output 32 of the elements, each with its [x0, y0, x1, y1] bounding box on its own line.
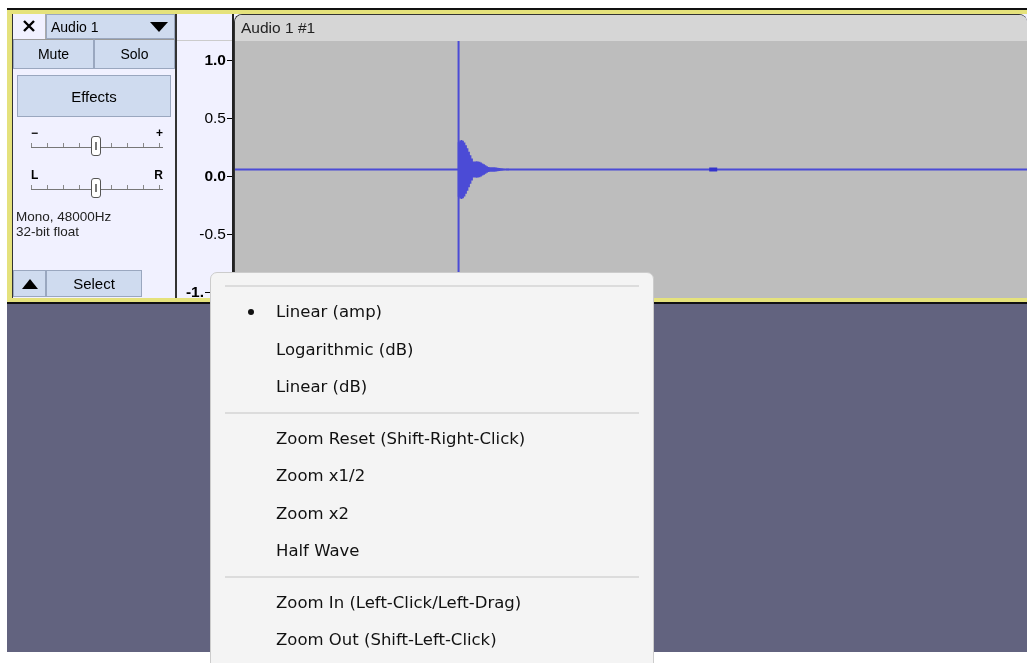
minimum-label: L	[31, 169, 39, 181]
ruler-label: 0.0	[204, 167, 226, 185]
menu-item[interactable]: Zoom In (Left-Click/Left-Drag)	[225, 583, 639, 621]
slider-thumb[interactable]	[91, 178, 101, 198]
close-icon	[23, 20, 35, 32]
collapse-button[interactable]	[13, 270, 46, 297]
up-triangle-icon	[21, 278, 38, 289]
ruler-label: -1.	[185, 283, 204, 301]
ruler-label: 1.0	[204, 51, 226, 69]
maximum-label: R	[154, 169, 163, 181]
maximum-label: +	[156, 127, 163, 139]
menu-item[interactable]: Linear (dB)	[225, 368, 639, 406]
select-button[interactable]: Select	[46, 270, 142, 297]
menu-item[interactable]: Zoom x2	[225, 494, 639, 532]
caret-icon	[150, 21, 168, 32]
menu-item[interactable]: Zoom Reset (Shift-Right-Click)	[225, 419, 639, 457]
ruler-label: -0.5	[199, 225, 226, 243]
track-format-text: Mono, 48000Hz	[16, 209, 113, 224]
ruler-label: 0.5	[204, 109, 226, 127]
slider-thumb[interactable]	[91, 136, 101, 156]
vertical-ruler[interactable]: 1.0 0.5 0.0 -0.5 -1.	[177, 14, 234, 298]
effects-button[interactable]: Effects	[17, 75, 171, 117]
minimum-label: −	[31, 127, 38, 139]
menu-item[interactable]: Zoom Out (Shift-Left-Click)	[225, 621, 639, 659]
menu-item[interactable]: Logarithmic (dB)	[225, 330, 639, 368]
clip-title: Audio 1 #1	[241, 19, 316, 37]
track-toggle-button[interactable]: Solo	[94, 39, 175, 69]
track-format-text: 32-bit float	[16, 224, 81, 239]
track-name-dropdown[interactable]: Audio 1	[46, 14, 175, 39]
menu-item[interactable]: Zoom x1/2	[225, 457, 639, 495]
track-toggle-button[interactable]: Mute	[13, 39, 94, 69]
menu-item[interactable]: Half Wave	[225, 532, 639, 570]
